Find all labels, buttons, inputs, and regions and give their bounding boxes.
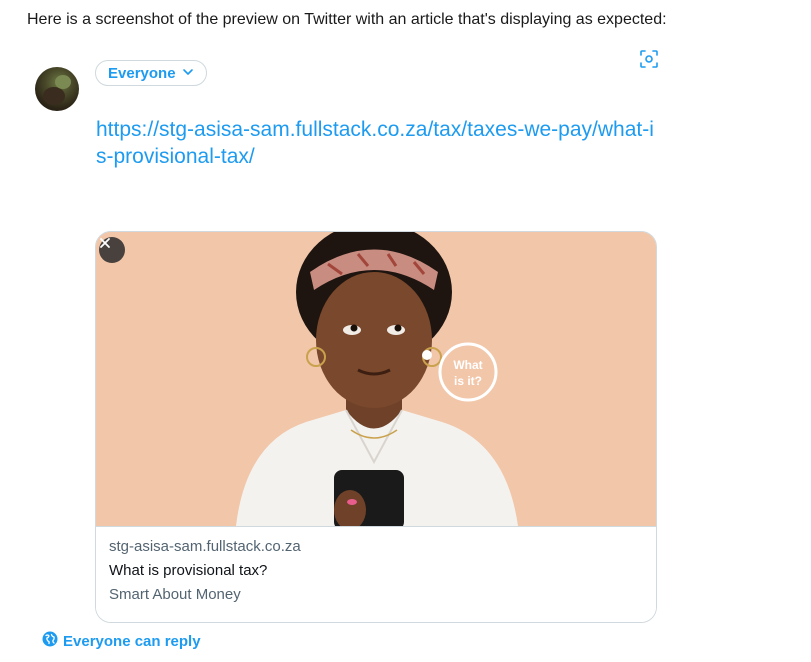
close-icon[interactable]	[99, 237, 125, 263]
audience-label: Everyone	[108, 64, 176, 82]
card-image[interactable]: What is it?	[96, 232, 656, 526]
reply-setting-label: Everyone can reply	[63, 632, 201, 650]
link-preview-card[interactable]: What is it? stg-asisa-sam.fullstack.co.z…	[95, 231, 657, 623]
chevron-down-icon	[182, 65, 194, 82]
globe-icon	[42, 631, 58, 651]
scan-icon[interactable]	[636, 46, 662, 72]
tweet-url-text[interactable]: https://stg-asisa-sam.fullstack.co.za/ta…	[96, 116, 656, 170]
audience-selector-button[interactable]: Everyone	[95, 60, 207, 86]
card-domain: stg-asisa-sam.fullstack.co.za	[109, 538, 301, 555]
reply-setting-button[interactable]: Everyone can reply	[42, 631, 201, 651]
card-description: Smart About Money	[109, 586, 241, 603]
intro-text: Here is a screenshot of the preview on T…	[27, 11, 667, 28]
bubble-text-line1: What	[453, 358, 482, 372]
avatar[interactable]	[35, 67, 79, 111]
card-meta: stg-asisa-sam.fullstack.co.za What is pr…	[96, 526, 656, 622]
card-title: What is provisional tax?	[109, 562, 268, 579]
bubble-text-line2: is it?	[454, 374, 482, 388]
